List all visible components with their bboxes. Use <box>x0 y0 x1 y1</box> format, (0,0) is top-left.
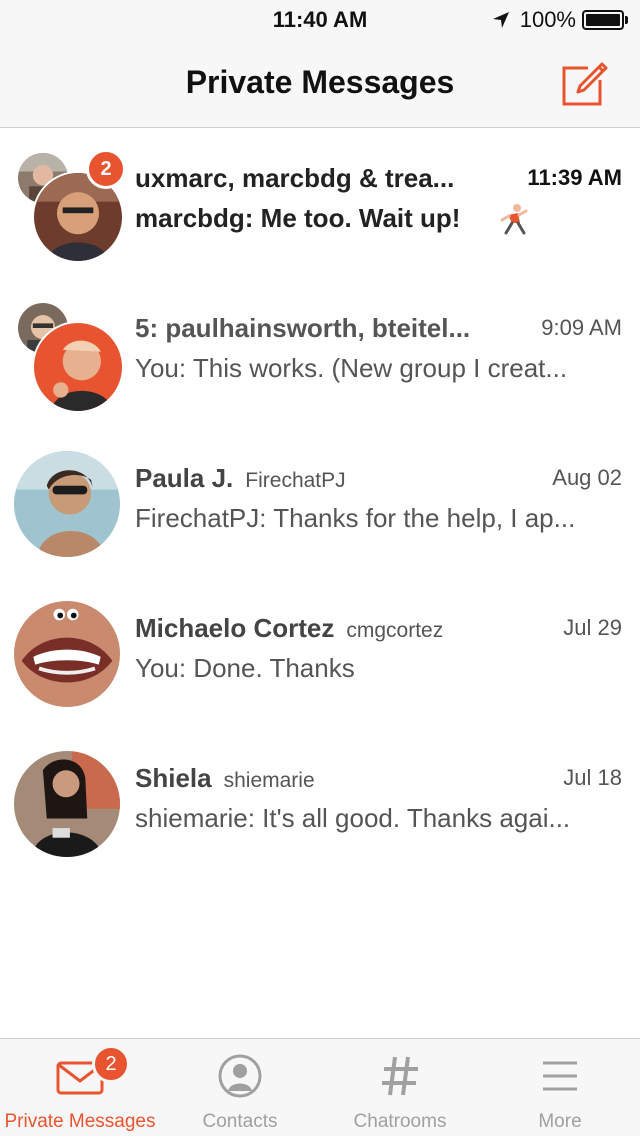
contact-name: Paula J. <box>135 463 234 493</box>
contact-handle: cmgcortez <box>346 619 444 642</box>
conversation-preview: You: Done. Thanks <box>135 653 355 683</box>
contact-avatar <box>12 749 124 861</box>
conversation-title: 5: paulhainsworth, bteitel... <box>135 313 471 343</box>
conversation-title: Paula J. FirechatPJ <box>135 463 505 494</box>
conversation-time: Jul 29 <box>563 615 622 640</box>
private-messages-screen: 11:40 AM 100% Private Messages 2 uxmarc,… <box>0 0 640 1136</box>
tab-more[interactable]: More <box>480 1039 640 1136</box>
menu-icon <box>543 1061 577 1091</box>
conversation-title: uxmarc, marcbdg & trea... <box>135 163 455 193</box>
contact-avatar <box>12 599 124 711</box>
conversation-list: 2 uxmarc, marcbdg & trea... 11:39 AM mar… <box>0 129 640 879</box>
tab-badge: 2 <box>92 1045 130 1083</box>
tab-label: Private Messages <box>4 1111 156 1132</box>
runner-icon <box>500 204 528 235</box>
battery-percentage: 100% <box>519 7 576 32</box>
contact-name: Shiela <box>135 763 212 793</box>
navigation-bar: Private Messages <box>0 40 640 128</box>
tab-label: Contacts <box>202 1111 278 1132</box>
conversation-preview: FirechatPJ: Thanks for the help, I ap... <box>135 503 576 533</box>
status-bar: 11:40 AM 100% <box>0 0 640 40</box>
tab-chatrooms[interactable]: Chatrooms <box>320 1039 480 1136</box>
hashtag-icon <box>382 1056 418 1096</box>
contact-name: Michaelo Cortez <box>135 613 335 643</box>
contact-avatar <box>12 449 124 561</box>
avatar <box>12 449 122 559</box>
tab-contacts[interactable]: Contacts <box>160 1039 320 1136</box>
conversation-row[interactable]: Paula J. FirechatPJ Aug 02 FirechatPJ: Th… <box>0 429 640 579</box>
tab-bar: 2 Private Messages Contacts Chatrooms Mo… <box>0 1038 640 1136</box>
page-title: Private Messages <box>185 64 455 100</box>
conversation-title: Michaelo Cortez cmgcortez <box>135 613 505 644</box>
avatar <box>32 321 124 413</box>
avatar <box>12 749 122 859</box>
group-avatar <box>12 299 124 413</box>
battery-icon <box>582 10 628 30</box>
avatar <box>12 599 122 709</box>
tab-label: More <box>538 1111 582 1132</box>
tab-label: Chatrooms <box>353 1111 447 1132</box>
conversation-preview: marcbdg: Me too. Wait up! <box>135 203 461 233</box>
status-indicators: 100% <box>490 7 628 33</box>
unread-badge: 2 <box>86 149 126 189</box>
conversation-time: Aug 02 <box>552 465 622 490</box>
compose-icon[interactable] <box>558 56 612 110</box>
contact-handle: shiemarie <box>223 769 315 792</box>
conversation-time: 11:39 AM <box>527 165 622 190</box>
conversation-row[interactable]: Shiela shiemarie Jul 18 shiemarie: It's a… <box>0 729 640 879</box>
conversation-time: 9:09 AM <box>541 315 622 340</box>
conversation-preview: You: This works. (New group I creat... <box>135 353 568 383</box>
conversation-row[interactable]: 2 uxmarc, marcbdg & trea... 11:39 AM mar… <box>0 129 640 279</box>
conversation-time: Jul 18 <box>563 765 622 790</box>
contacts-icon <box>218 1054 262 1098</box>
location-arrow-icon <box>492 12 509 28</box>
conversation-preview: shiemarie: It's all good. Thanks agai... <box>135 803 571 833</box>
conversation-row[interactable]: 5: paulhainsworth, bteitel... 9:09 AM Yo… <box>0 279 640 429</box>
conversation-title: Shiela shiemarie <box>135 763 505 794</box>
conversation-row[interactable]: Michaelo Cortez cmgcortez Jul 29 You: Don… <box>0 579 640 729</box>
group-avatar: 2 <box>12 149 126 263</box>
contact-handle: FirechatPJ <box>245 469 346 492</box>
tab-private-messages[interactable]: 2 Private Messages <box>0 1039 160 1136</box>
